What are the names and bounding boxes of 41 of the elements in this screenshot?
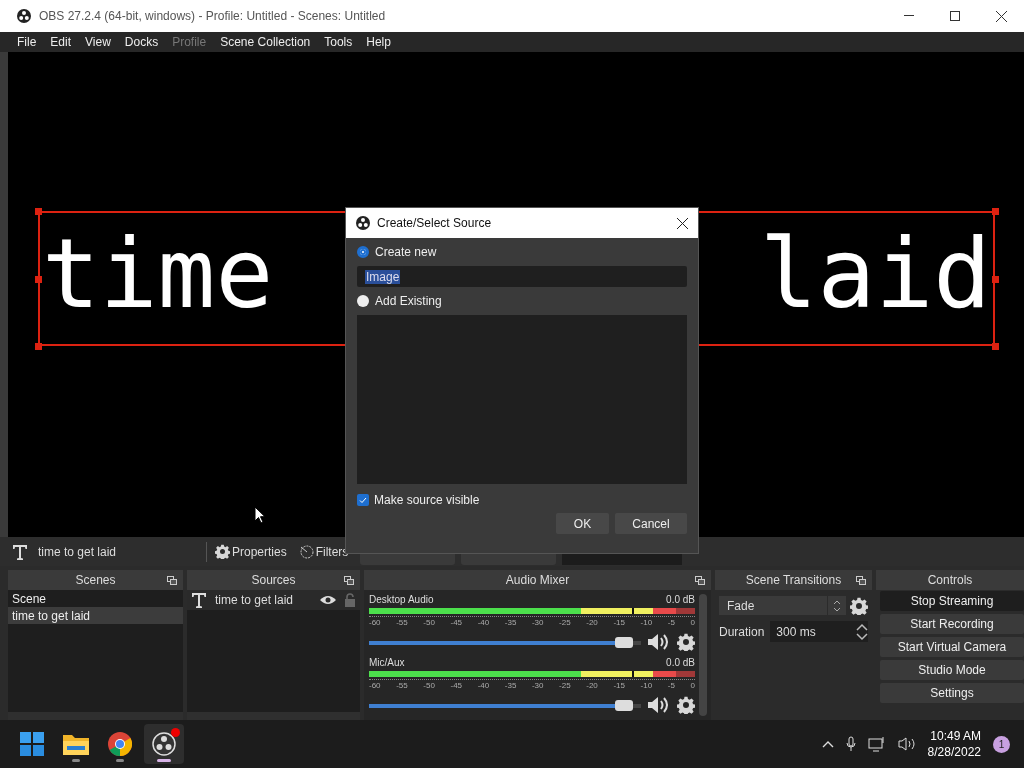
scale-label: -35 — [504, 681, 517, 690]
scale-label: -50 — [423, 618, 435, 627]
preview-text: laid — [758, 225, 992, 322]
scale-label: -45 — [450, 681, 463, 690]
scale-label: -25 — [559, 681, 571, 690]
scale-label: -15 — [613, 618, 625, 627]
dialog-title: Create/Select Source — [377, 216, 493, 230]
scale-label: -5 — [667, 681, 675, 690]
scale-label: -5 — [667, 618, 675, 627]
scale-label: -25 — [559, 618, 571, 627]
preview-text: time — [41, 225, 275, 322]
scale-label: -60 — [369, 618, 381, 627]
dock-title: Scene Transitions — [745, 573, 842, 587]
scale-label: -10 — [640, 618, 653, 627]
scale-label: -20 — [586, 618, 598, 627]
duration-label: Duration — [719, 624, 765, 639]
scale-label: -55 — [396, 618, 408, 627]
scale-label: -45 — [450, 618, 463, 627]
scale-label: 0 — [690, 681, 695, 690]
scale-label: -30 — [531, 618, 544, 627]
scale-label: -40 — [477, 681, 490, 690]
scale-label: -60 — [369, 681, 381, 690]
channel-name: Mic/Aux — [369, 657, 405, 669]
scale-label: -55 — [396, 681, 408, 690]
scale-label: -35 — [504, 618, 517, 627]
dock-title: Audio Mixer — [505, 573, 570, 587]
scale-label: -40 — [477, 618, 490, 627]
dock-title: Controls — [927, 573, 973, 587]
dock-title: Sources — [251, 573, 296, 587]
scale-label: -20 — [586, 681, 598, 690]
window-title: OBS 27.2.4 (64-bit, windows) - Profile: Untitled - Scenes: Untitled — [39, 9, 387, 23]
channel-name: Desktop Audio — [369, 594, 434, 606]
scale-label: 0 — [690, 618, 695, 627]
source-name: time to get laid — [38, 544, 118, 559]
scale-label: -50 — [423, 681, 435, 690]
volume-reading: 0.0 dB — [666, 657, 695, 669]
volume-reading: 0.0 dB — [666, 594, 695, 606]
scale-label: -10 — [640, 681, 653, 690]
dock-title: Scenes — [75, 573, 116, 587]
scale-label: -15 — [613, 681, 625, 690]
scale-label: -30 — [531, 681, 544, 690]
